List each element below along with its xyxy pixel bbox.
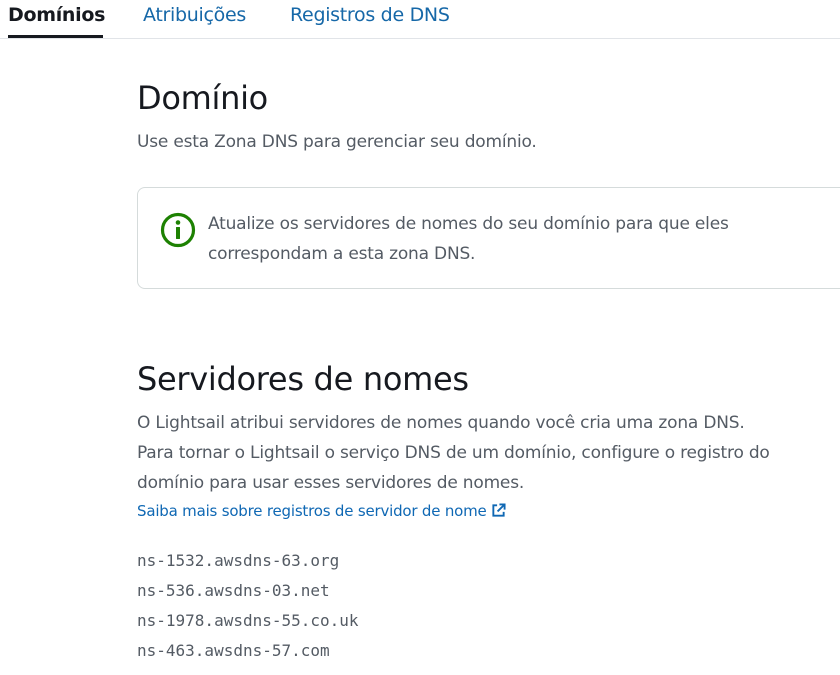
tab-dns-records[interactable]: Registros de DNS — [290, 4, 450, 38]
tab-bar: Domínios Atribuições Registros de DNS — [0, 0, 840, 39]
alert-message: Atualize os servidores de nomes do seu d… — [208, 209, 729, 269]
alert-line-1: Atualize os servidores de nomes do seu d… — [208, 214, 729, 234]
learn-more-link[interactable]: Saiba mais sobre registros de servidor d… — [137, 500, 506, 522]
nameservers-description-line-2: Para tornar o Lightsail o serviço DNS de… — [137, 443, 770, 463]
tab-assignments[interactable]: Atribuições — [143, 4, 246, 38]
learn-more-label: Saiba mais sobre registros de servidor d… — [137, 502, 487, 520]
domain-title: Domínio — [137, 79, 268, 117]
nameserver-item: ns-463.awsdns-57.com — [137, 641, 330, 660]
nameserver-list: ns-1532.awsdns-63.org ns-536.awsdns-03.n… — [137, 546, 359, 666]
nameserver-item: ns-536.awsdns-03.net — [137, 581, 330, 600]
nameservers-description: O Lightsail atribui servidores de nomes … — [137, 408, 770, 498]
nameservers-description-line-1: O Lightsail atribui servidores de nomes … — [137, 413, 745, 433]
nameserver-item: ns-1978.awsdns-55.co.uk — [137, 611, 359, 630]
info-alert: Atualize os servidores de nomes do seu d… — [137, 187, 840, 289]
external-link-icon — [491, 503, 506, 517]
info-circle-icon — [160, 212, 196, 248]
nameservers-title: Servidores de nomes — [137, 360, 469, 398]
alert-line-2: correspondam a esta zona DNS. — [208, 244, 476, 264]
nameservers-description-line-3: domínio para usar esses servidores de no… — [137, 473, 525, 493]
nameserver-item: ns-1532.awsdns-63.org — [137, 551, 340, 570]
domain-description: Use esta Zona DNS para gerenciar seu dom… — [137, 132, 537, 152]
tab-domains[interactable]: Domínios — [8, 4, 105, 38]
